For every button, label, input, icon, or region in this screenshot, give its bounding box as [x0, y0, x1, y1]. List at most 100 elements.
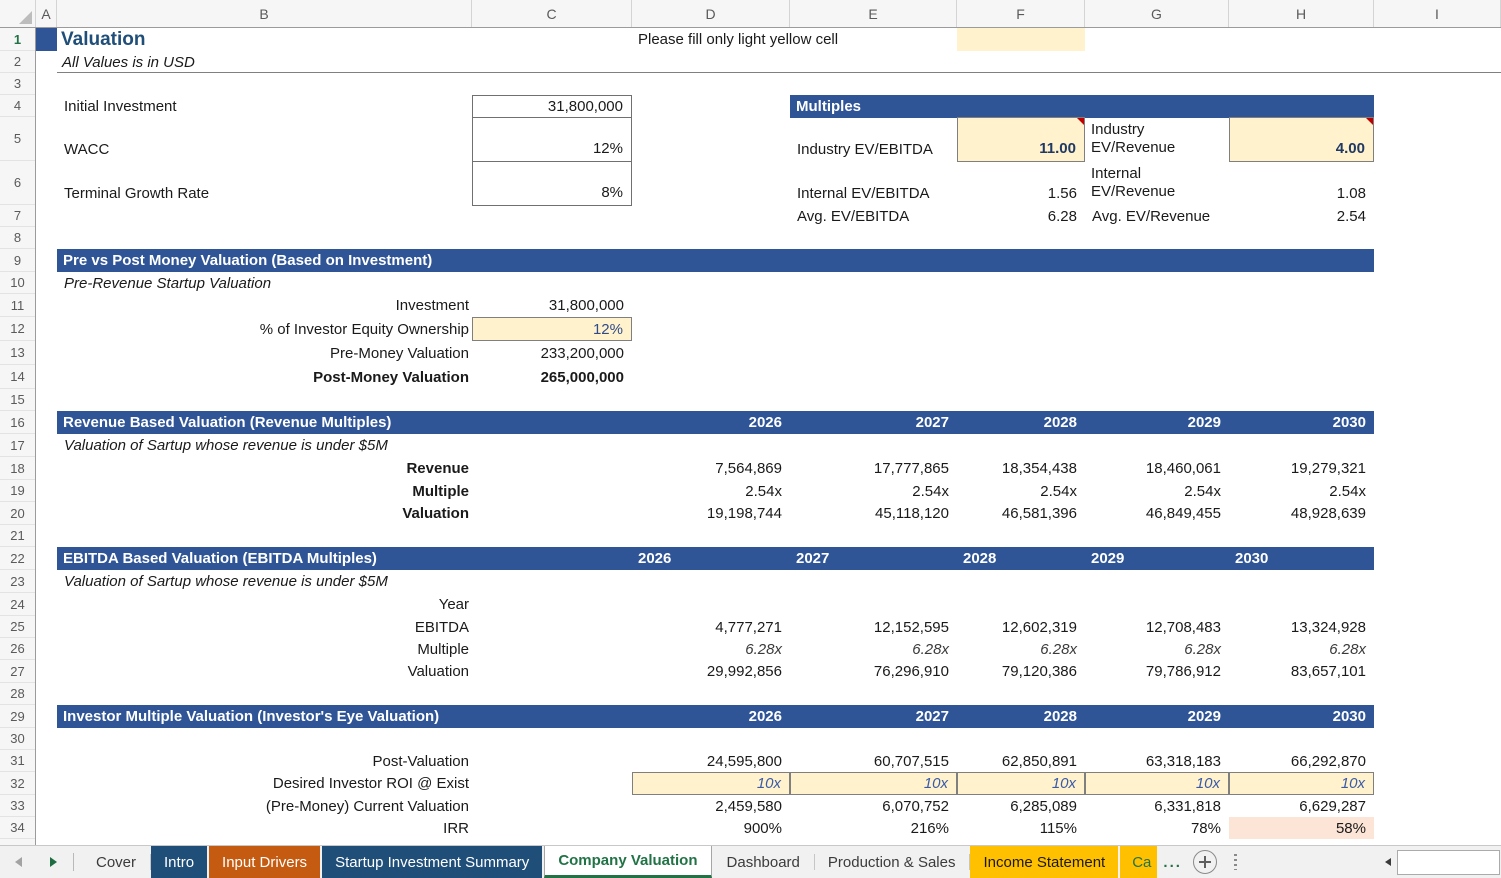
tab-nav-left-icon[interactable]	[15, 857, 22, 867]
row-header-3[interactable]: 3	[0, 73, 35, 95]
sheet-tab-startup-investment-summary[interactable]: Startup Investment Summary	[322, 846, 542, 878]
input-cell[interactable]: 10x	[1085, 772, 1229, 795]
input-cell[interactable]: 10x	[790, 772, 957, 795]
value-cell[interactable]: 60,707,515	[790, 750, 957, 772]
value-cell[interactable]: 2.54	[1229, 205, 1374, 227]
value-cell[interactable]: 62,850,891	[957, 750, 1085, 772]
value-cell[interactable]: 46,849,455	[1085, 502, 1229, 525]
row-header-13[interactable]: 13	[0, 341, 35, 365]
row-header-34[interactable]: 34	[0, 817, 35, 839]
value-cell[interactable]: 19,198,744	[632, 502, 790, 525]
row-header-25[interactable]: 25	[0, 616, 35, 638]
more-tabs-indicator[interactable]: ...	[1159, 846, 1186, 878]
value-cell[interactable]: 6.28x	[632, 638, 790, 660]
row-header-10[interactable]: 10	[0, 272, 35, 294]
value-cell[interactable]: 2.54x	[1229, 480, 1374, 502]
row-header-17[interactable]: 17	[0, 434, 35, 457]
sheet-tab-production-sales[interactable]: Production & Sales	[815, 846, 969, 878]
value-cell[interactable]: 6,629,287	[1229, 795, 1374, 817]
sheet-tab-dashboard[interactable]: Dashboard	[714, 846, 813, 878]
sheet-tab-input-drivers[interactable]: Input Drivers	[209, 846, 320, 878]
row-header-20[interactable]: 20	[0, 502, 35, 525]
value-cell[interactable]: 1.56	[957, 161, 1085, 206]
value-cell[interactable]: 6.28	[957, 205, 1085, 227]
value-cell[interactable]: 6.28x	[790, 638, 957, 660]
value-cell[interactable]: 233,200,000	[472, 341, 632, 365]
value-cell[interactable]: 6.28x	[957, 638, 1085, 660]
value-cell[interactable]: 6,331,818	[1085, 795, 1229, 817]
column-header-F[interactable]: F	[957, 0, 1085, 27]
row-header-12[interactable]: 12	[0, 317, 35, 341]
row-header-1[interactable]: 1	[0, 28, 35, 51]
column-header-D[interactable]: D	[632, 0, 790, 27]
value-cell[interactable]: 12,708,483	[1085, 616, 1229, 638]
value-cell[interactable]: 78%	[1085, 817, 1229, 839]
value-cell[interactable]: 19,279,321	[1229, 457, 1374, 480]
tab-nav-right-icon[interactable]	[50, 857, 57, 867]
row-header-8[interactable]: 8	[0, 227, 35, 249]
sheet-tab-ca[interactable]: Ca	[1120, 846, 1157, 878]
value-cell[interactable]: 216%	[790, 817, 957, 839]
row-header-11[interactable]: 11	[0, 294, 35, 317]
value-cell[interactable]: 31,800,000	[472, 95, 632, 118]
input-cell[interactable]: 10x	[632, 772, 790, 795]
value-cell[interactable]: 45,118,120	[790, 502, 957, 525]
value-cell[interactable]: 48,928,639	[1229, 502, 1374, 525]
column-header-B[interactable]: B	[57, 0, 472, 27]
input-cell[interactable]: 12%	[472, 317, 632, 341]
value-cell[interactable]: 2.54x	[957, 480, 1085, 502]
column-header-G[interactable]: G	[1085, 0, 1229, 27]
row-header-30[interactable]: 30	[0, 728, 35, 750]
row-header-9[interactable]: 9	[0, 249, 35, 272]
value-cell[interactable]: 1.08	[1229, 161, 1374, 206]
row-header-4[interactable]: 4	[0, 95, 35, 117]
tabbar-resize-dots-icon[interactable]	[1234, 854, 1237, 870]
value-cell[interactable]: 265,000,000	[472, 365, 632, 389]
value-cell[interactable]: 12%	[472, 117, 632, 162]
value-cell[interactable]: 79,120,386	[957, 660, 1085, 683]
row-header-31[interactable]: 31	[0, 750, 35, 772]
row-header-26[interactable]: 26	[0, 638, 35, 660]
input-cell[interactable]: 4.00	[1229, 117, 1374, 162]
value-cell[interactable]: 24,595,800	[632, 750, 790, 772]
sheet-tab-intro[interactable]: Intro	[151, 846, 207, 878]
row-header-33[interactable]: 33	[0, 795, 35, 817]
row-header-5[interactable]: 5	[0, 117, 35, 161]
cell-a1-fill[interactable]	[36, 28, 57, 51]
row-header-6[interactable]: 6	[0, 161, 35, 205]
row-header-27[interactable]: 27	[0, 660, 35, 683]
row-header-18[interactable]: 18	[0, 457, 35, 480]
value-cell[interactable]: 17,777,865	[790, 457, 957, 480]
value-cell[interactable]: 2.54x	[1085, 480, 1229, 502]
value-cell[interactable]: 12,152,595	[790, 616, 957, 638]
column-header-A[interactable]: A	[36, 0, 57, 27]
value-cell[interactable]: 18,354,438	[957, 457, 1085, 480]
row-header-14[interactable]: 14	[0, 365, 35, 389]
value-cell-highlighted[interactable]: 58%	[1229, 817, 1374, 839]
value-cell[interactable]: 6,285,089	[957, 795, 1085, 817]
row-header-22[interactable]: 22	[0, 547, 35, 570]
value-cell[interactable]: 12,602,319	[957, 616, 1085, 638]
sheet-tab-cover[interactable]: Cover	[83, 846, 149, 878]
row-header-16[interactable]: 16	[0, 411, 35, 434]
row-header-19[interactable]: 19	[0, 480, 35, 502]
row-header-24[interactable]: 24	[0, 593, 35, 616]
row-header-29[interactable]: 29	[0, 705, 35, 728]
row-header-28[interactable]: 28	[0, 683, 35, 705]
sheet-tab-income-statement[interactable]: Income Statement	[970, 846, 1118, 878]
value-cell[interactable]: 63,318,183	[1085, 750, 1229, 772]
column-header-H[interactable]: H	[1229, 0, 1374, 27]
add-sheet-button[interactable]	[1193, 850, 1217, 874]
select-all-corner[interactable]	[0, 0, 36, 27]
value-cell[interactable]: 2,459,580	[632, 795, 790, 817]
row-header-15[interactable]: 15	[0, 389, 35, 411]
scroll-left-icon[interactable]	[1379, 849, 1397, 875]
input-cell[interactable]: 10x	[1229, 772, 1374, 795]
column-header-I[interactable]: I	[1374, 0, 1501, 27]
value-cell[interactable]: 6.28x	[1229, 638, 1374, 660]
value-cell[interactable]: 2.54x	[632, 480, 790, 502]
value-cell[interactable]: 83,657,101	[1229, 660, 1374, 683]
input-cell-empty[interactable]	[957, 28, 1085, 51]
value-cell[interactable]: 115%	[957, 817, 1085, 839]
column-header-E[interactable]: E	[790, 0, 957, 27]
